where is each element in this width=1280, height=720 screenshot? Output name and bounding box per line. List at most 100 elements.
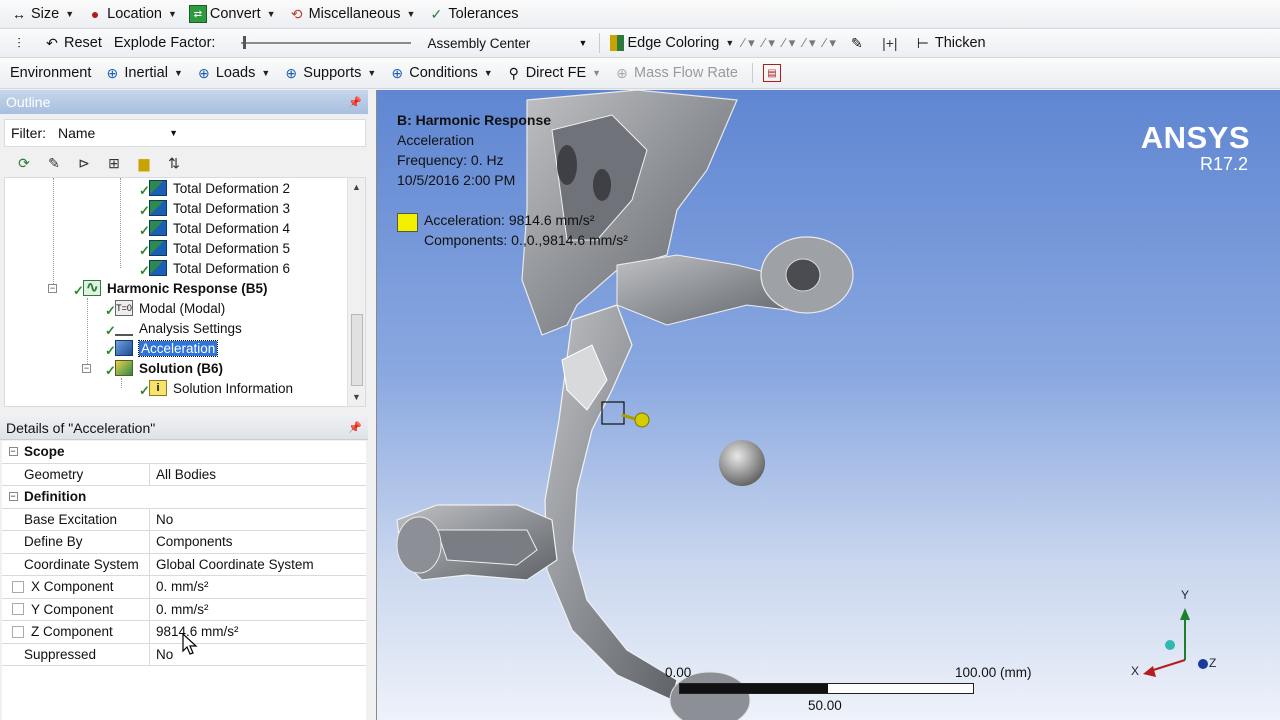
tree-item-solution-information[interactable]: ✓ i Solution Information	[139, 378, 293, 398]
parameter-checkbox[interactable]	[12, 603, 24, 616]
chevron-down-icon: ▼	[725, 38, 735, 48]
chevron-down-icon: ▼	[483, 68, 493, 78]
ansys-logo: ANSYS	[1140, 120, 1250, 155]
graphics-viewport[interactable]: B: Harmonic Response Acceleration Freque…	[376, 90, 1280, 720]
refresh-icon[interactable]: ⟳	[14, 153, 34, 173]
toolbar-explode: ⫶ ↶ Reset Explode Factor: Assembly Center…	[0, 29, 1280, 58]
tree-item-total-deformation-6[interactable]: ✓ Total Deformation 6	[139, 258, 290, 278]
size-menu[interactable]: ↔ Size ▼	[6, 2, 78, 26]
analysis-settings-icon	[115, 320, 133, 336]
convert-icon: ⇄	[188, 5, 207, 23]
edge-display-1-icon[interactable]: ⁄ ▾	[742, 35, 754, 51]
mouse-cursor-icon	[182, 633, 198, 655]
collapse-icon[interactable]: −	[8, 447, 18, 457]
chevron-down-icon: ▼	[592, 68, 602, 78]
supports-menu[interactable]: ⊕ Supports ▼	[278, 61, 380, 85]
collapse-icon[interactable]: −	[48, 284, 57, 293]
edge-coloring-menu[interactable]: Edge Coloring ▼	[606, 31, 738, 55]
edge-display-5-icon[interactable]: ⁄ ▾	[824, 35, 836, 51]
outline-tree: ✓ Total Deformation 2 ✓ Total Deformatio…	[4, 177, 366, 407]
thickness-button[interactable]: |+|	[877, 31, 906, 55]
deformation-icon	[149, 260, 167, 276]
collapse-icon[interactable]: −	[82, 364, 91, 373]
group-definition[interactable]: − Definition	[2, 486, 366, 509]
commands-button[interactable]: ▤	[759, 61, 788, 85]
reset-button[interactable]: ↶ Reset	[39, 31, 106, 55]
loads-menu[interactable]: ⊕ Loads ▼	[191, 61, 274, 85]
parameter-checkbox[interactable]	[12, 625, 24, 638]
row-geometry[interactable]: Geometry All Bodies	[2, 463, 366, 486]
row-coordinate-system[interactable]: Coordinate System Global Coordinate Syste…	[2, 553, 366, 576]
pin-icon[interactable]: 📌	[348, 421, 362, 434]
row-define-by[interactable]: Define By Components	[2, 531, 366, 554]
legend-date: 10/5/2016 2:00 PM	[397, 172, 516, 188]
inertial-menu[interactable]: ⊕ Inertial ▼	[99, 61, 186, 85]
location-menu[interactable]: ● Location ▼	[82, 2, 181, 26]
resize-arrows-icon: ↔	[12, 6, 26, 22]
chevron-down-icon: ▼	[167, 9, 177, 19]
direct-fe-menu[interactable]: ⚲ Direct FE ▼	[501, 61, 605, 85]
edge-display-3-icon[interactable]: ⁄ ▾	[783, 35, 795, 51]
pin-icon[interactable]: 📌	[348, 96, 362, 109]
tree-scrollbar[interactable]: ▲ ▼	[347, 178, 365, 406]
legend-components: Components: 0.,0.,9814.6 mm/s²	[424, 232, 628, 248]
tree-item-total-deformation-2[interactable]: ✓ Total Deformation 2	[139, 178, 290, 198]
thin-line-button[interactable]: ✎	[844, 31, 873, 55]
row-x-component[interactable]: X Component 0. mm/s²	[2, 576, 366, 599]
thicken-button[interactable]: ⊢ Thicken	[910, 31, 990, 55]
miscellaneous-menu[interactable]: ⟲ Miscellaneous ▼	[284, 2, 420, 26]
tree-item-acceleration[interactable]: ✓ Acceleration	[105, 338, 219, 358]
slider-thumb[interactable]	[243, 36, 247, 49]
group-scope[interactable]: − Scope	[2, 441, 366, 464]
folder-icon[interactable]: ▆	[134, 153, 154, 173]
tree-item-harmonic-response[interactable]: ✓ Harmonic Response (B5)	[73, 278, 268, 298]
parameter-checkbox[interactable]	[12, 580, 24, 593]
tree-item-solution[interactable]: ✓ Solution (B6)	[105, 358, 223, 378]
details-grid: − Scope Geometry All Bodies − Definition Ba…	[2, 441, 366, 720]
suppress-icon[interactable]: ✎	[44, 153, 64, 173]
pin-icon: ✎	[850, 34, 863, 51]
conditions-menu[interactable]: ⊕ Conditions ▼	[384, 61, 496, 85]
tree-toolbar: ⟳ ✎ ⊳ ⊞ ▆ ⇅	[4, 150, 366, 176]
tree-item-total-deformation-3[interactable]: ✓ Total Deformation 3	[139, 198, 290, 218]
scroll-thumb[interactable]	[351, 314, 363, 386]
tree-item-modal[interactable]: ✓ T=0 Modal (Modal)	[105, 298, 225, 318]
reset-icon: ↶	[46, 34, 58, 51]
convert-menu[interactable]: ⇄ Convert ▼	[185, 2, 280, 26]
chevron-down-icon: ▼	[266, 9, 276, 19]
expand-all-icon[interactable]: ⊞	[104, 153, 124, 173]
filter-select[interactable]: Name ▼	[58, 125, 178, 141]
solution-icon	[115, 360, 133, 376]
edge-display-4-icon[interactable]: ⁄ ▾	[803, 35, 815, 51]
chevron-down-icon: ▼	[578, 38, 588, 48]
collapse-icon[interactable]: −	[8, 492, 18, 502]
triad-y-label: Y	[1181, 588, 1190, 602]
deformation-icon	[149, 240, 167, 256]
conditions-icon: ⊕	[391, 64, 404, 81]
chevron-down-icon: ▼	[261, 68, 271, 78]
scroll-up-icon[interactable]: ▲	[352, 182, 361, 192]
tree-item-total-deformation-4[interactable]: ✓ Total Deformation 4	[139, 218, 290, 238]
row-y-component[interactable]: Y Component 0. mm/s²	[2, 598, 366, 621]
scale-bar	[679, 683, 974, 694]
explode-view-button[interactable]: ⫶	[6, 31, 35, 55]
tree-item-analysis-settings[interactable]: ✓ Analysis Settings	[105, 318, 242, 339]
tolerances-button[interactable]: ✓ Tolerances	[423, 2, 522, 26]
sort-az-icon[interactable]: ⇅	[164, 153, 184, 173]
scroll-down-icon[interactable]: ▼	[352, 392, 361, 402]
collapse-tree-icon[interactable]: ⊳	[74, 153, 94, 173]
mass-flow-rate-button[interactable]: ⊕ Mass Flow Rate	[609, 61, 742, 85]
miscellaneous-icon: ⟲	[290, 5, 303, 22]
tree-item-total-deformation-5[interactable]: ✓ Total Deformation 5	[139, 238, 290, 258]
assembly-center-select[interactable]: Assembly Center ▼	[421, 32, 593, 54]
direct-fe-icon: ⚲	[508, 64, 519, 81]
edge-display-2-icon[interactable]: ⁄ ▾	[763, 35, 775, 51]
explode-factor-slider[interactable]	[241, 33, 412, 53]
outline-header: Outline 📌	[0, 90, 368, 114]
harmonic-icon	[83, 278, 101, 296]
row-base-excitation[interactable]: Base Excitation No	[2, 508, 366, 531]
explode-icon: ⫶	[17, 34, 21, 51]
toolbar-environment: Environment ⊕ Inertial ▼ ⊕ Loads ▼ ⊕ Supports…	[0, 58, 1280, 89]
deformation-icon	[149, 200, 167, 216]
toolbar-geometry: ↔ Size ▼ ● Location ▼ ⇄ Convert ▼ ⟲ Miscellaneo…	[0, 0, 1280, 29]
